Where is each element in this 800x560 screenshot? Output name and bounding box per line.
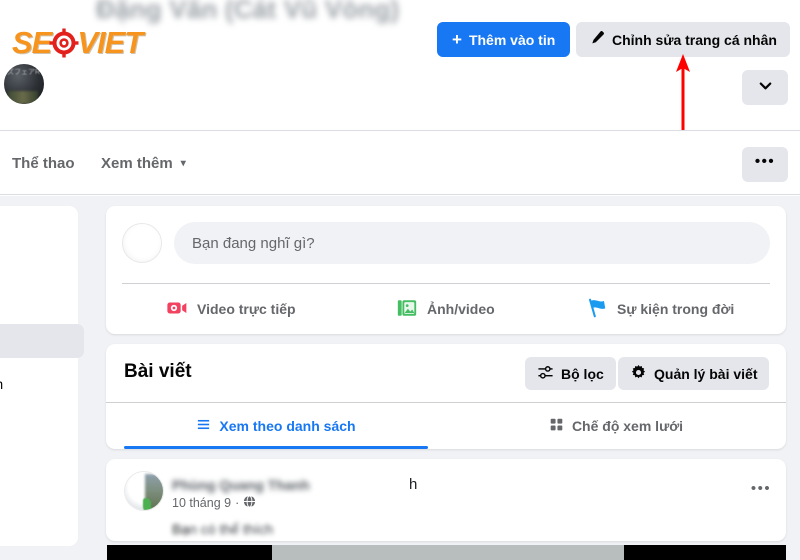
profile-header: Đặng Văn (Cát Vũ Vòng) SE VIET ズフェアR + T… (0, 0, 800, 131)
post-author-name[interactable]: Phùng Quang Thanh (172, 477, 310, 493)
composer-top-row (106, 206, 786, 283)
manage-posts-button[interactable]: Quản lý bài viết (618, 357, 770, 390)
tab-label: Xem theo danh sách (219, 418, 356, 434)
post-body-visible: Bạ (172, 521, 190, 537)
post-menu-button[interactable]: ••• (746, 481, 776, 503)
composer-action-life-event[interactable]: Sự kiện trong đời (586, 297, 734, 322)
manage-posts-label: Quản lý bài viết (654, 365, 758, 382)
composer-action-label: Video trực tiếp (197, 301, 296, 317)
avatar[interactable]: ズフェアR (2, 62, 46, 106)
horizontal-scrollbar-track[interactable] (107, 545, 786, 560)
ellipsis-icon: ••• (754, 152, 776, 170)
ellipsis-icon: ••• (750, 480, 772, 497)
add-to-story-label: Thêm vào tin (468, 31, 556, 48)
post-meta-separator: · (235, 496, 240, 510)
posts-filter-button[interactable]: Bộ lọc (525, 357, 616, 390)
post-composer-card: Video trực tiếp Ảnh/video (106, 206, 786, 334)
composer-action-label: Sự kiện trong đời (617, 301, 735, 317)
post-author-suffix: h (409, 476, 418, 493)
profile-options-chevron-button[interactable] (742, 70, 788, 105)
profile-nav-row: Thể thao Xem thêm ▾ (0, 132, 800, 195)
tab-grid-view[interactable]: Chế độ xem lưới (446, 403, 786, 449)
life-event-flag-icon (586, 297, 608, 322)
posts-panel-card: Bài viết Bộ lọc Quản lý bài viết Xem the… (106, 344, 786, 449)
edit-profile-label: Chỉnh sửa trang cá nhân (612, 31, 777, 48)
tab-list-view[interactable]: Xem theo danh sách (106, 403, 446, 449)
composer-action-label: Ảnh/video (427, 301, 495, 317)
list-icon (196, 417, 211, 435)
logo-text-right: VIET (77, 25, 143, 60)
composer-action-photo-video[interactable]: Ảnh/video (396, 297, 495, 322)
posts-panel-header: Bài viết Bộ lọc Quản lý bài viết (106, 344, 786, 402)
pencil-icon (589, 30, 605, 49)
seoviet-logo-watermark: SE VIET (12, 25, 143, 60)
avatar-photo-fill (8, 91, 38, 104)
plus-icon: + (452, 29, 462, 49)
sidebar-website-link[interactable]: imix.com (0, 376, 78, 392)
gear-icon (630, 364, 647, 384)
posts-view-tabs: Xem theo danh sách Chế độ xem lưới (106, 402, 786, 449)
composer-actions-row: Video trực tiếp Ảnh/video Sự kiện trong … (106, 284, 786, 334)
nav-item-xem-them[interactable]: Xem thêm ▾ (89, 145, 198, 181)
live-video-icon (166, 297, 188, 322)
post-author-avatar[interactable] (124, 471, 164, 511)
composer-avatar[interactable] (122, 223, 162, 263)
sidebar-placeholder-pill[interactable] (0, 324, 84, 358)
chevron-down-icon: ▾ (180, 157, 186, 169)
edit-profile-button[interactable]: Chỉnh sửa trang cá nhân (576, 22, 790, 57)
globe-icon[interactable] (241, 495, 259, 511)
feed-area: imix.com V (0, 196, 800, 560)
post-card: Phùng Quang Thanh h 10 tháng 9 · Bạn có … (106, 459, 786, 541)
tab-label: Chế độ xem lưới (571, 418, 684, 434)
add-to-story-button[interactable]: + Thêm vào tin (437, 22, 571, 57)
post-date[interactable]: 10 tháng 9 (172, 496, 231, 510)
posts-filter-label: Bộ lọc (561, 365, 604, 382)
post-meta: 10 tháng 9 · (172, 495, 259, 511)
left-sidebar-card: imix.com (0, 206, 84, 546)
crosshair-icon (49, 28, 79, 58)
composer-input[interactable] (174, 222, 770, 264)
logo-text-left: SE (12, 25, 52, 60)
photo-video-icon (396, 297, 418, 322)
chevron-down-icon (758, 78, 773, 98)
nav-item-the-thao[interactable]: Thể thao (0, 145, 87, 181)
page-title: Đặng Văn (Cát Vũ Vòng) (96, 0, 400, 24)
composer-action-live-video[interactable]: Video trực tiếp (166, 297, 296, 322)
avatar-leaf-detail (143, 498, 151, 510)
facebook-profile-page: Đặng Văn (Cát Vũ Vòng) SE VIET ズフェアR + T… (0, 0, 800, 560)
post-body-blurred: n có thể thích (189, 521, 274, 537)
sliders-icon (537, 364, 554, 384)
profile-more-options-button[interactable]: ••• (742, 147, 788, 182)
post-body-text: Bạn có thể thích (172, 521, 273, 537)
horizontal-scrollbar-thumb[interactable] (272, 545, 624, 560)
posts-panel-title: Bài viết (124, 361, 192, 382)
nav-item-label: Xem thêm (101, 154, 173, 172)
grid-icon (549, 417, 564, 435)
nav-item-label: Thể thao (12, 154, 75, 172)
